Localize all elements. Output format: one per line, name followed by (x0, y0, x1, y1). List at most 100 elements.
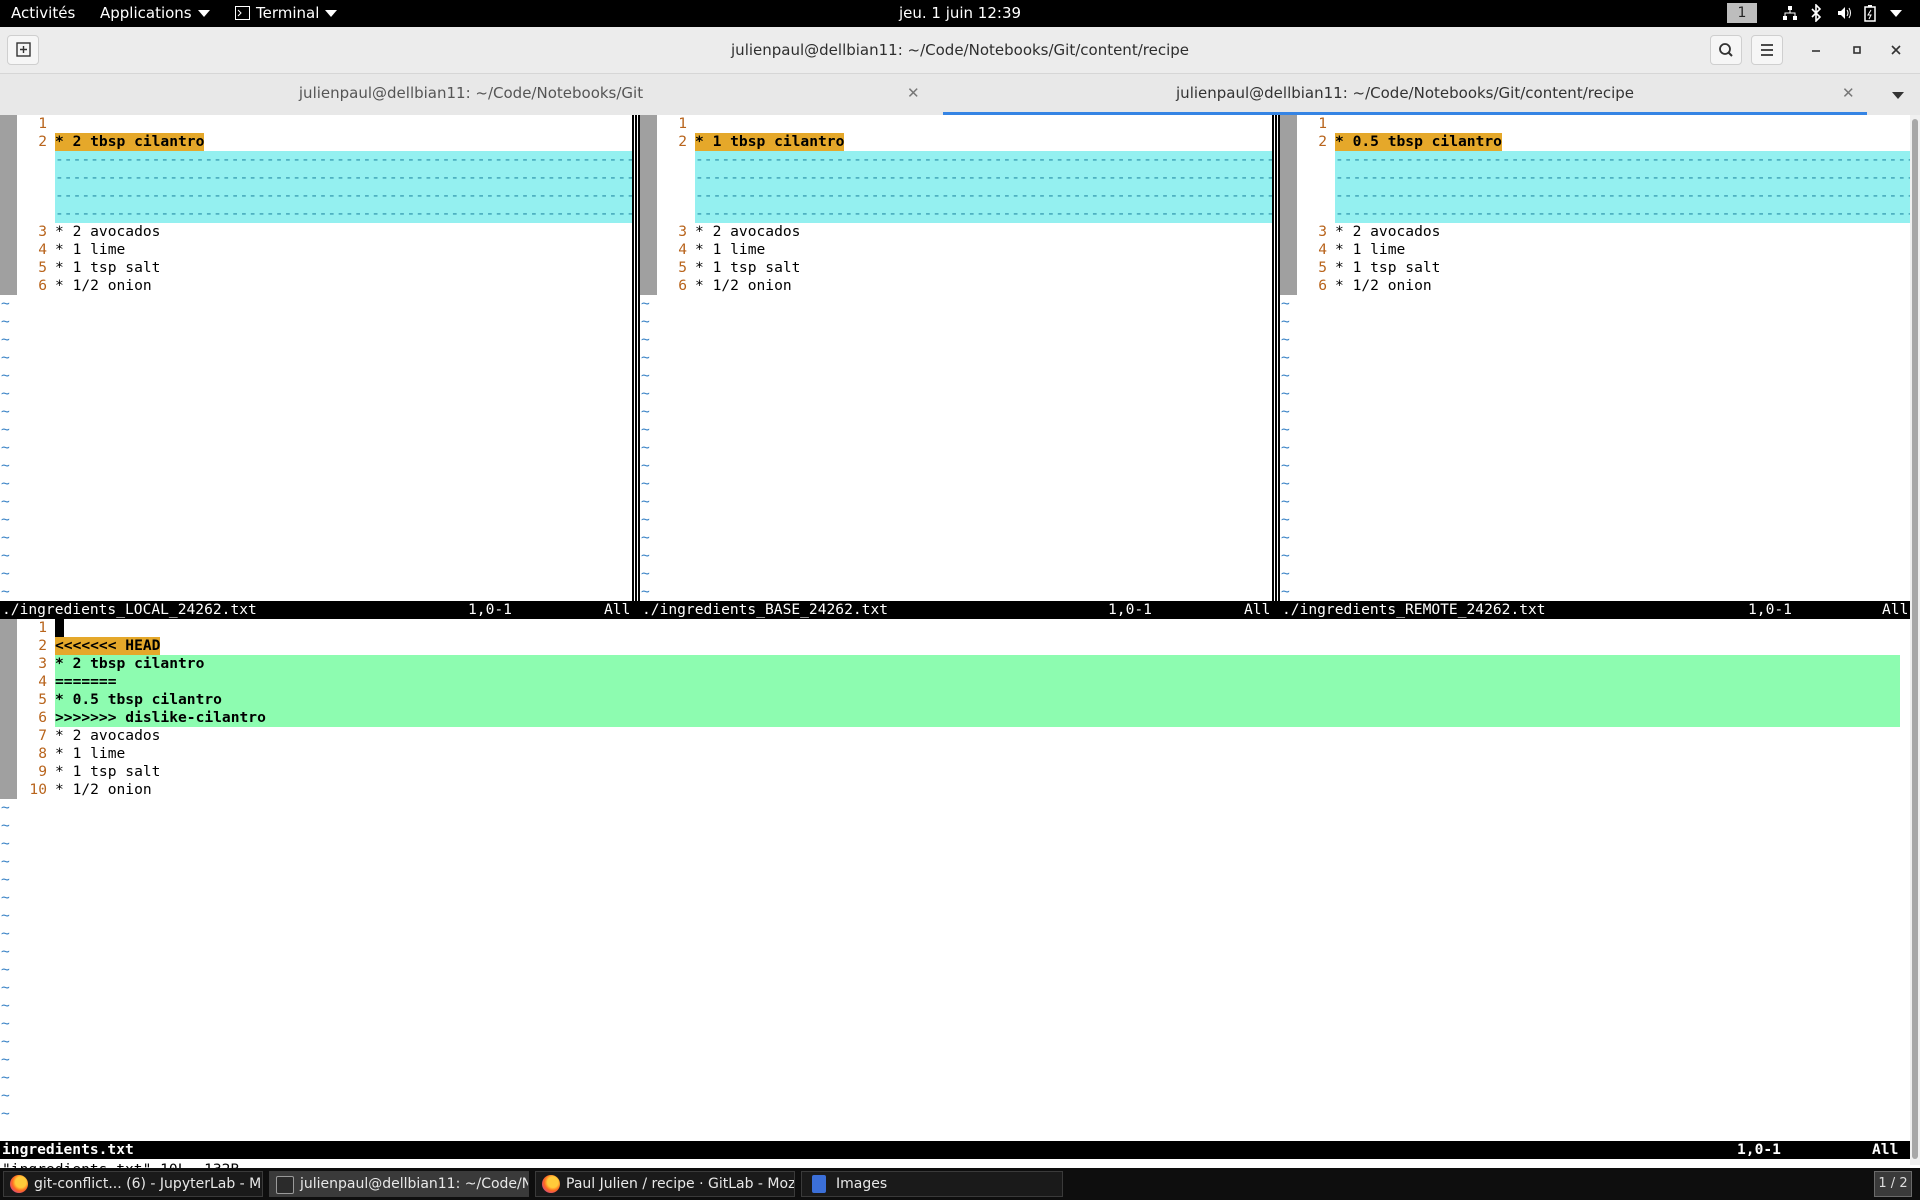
code-line: * 1 lime (55, 745, 126, 762)
status-scroll: All (1872, 1141, 1899, 1158)
empty-line-tilde: ~ (641, 457, 650, 474)
empty-line-tilde: ~ (1, 1105, 10, 1122)
empty-line-tilde: ~ (1281, 313, 1290, 330)
tab-list-chevron-down-icon[interactable] (1892, 92, 1904, 99)
volume-icon[interactable] (1836, 4, 1854, 22)
empty-line-tilde: ~ (1, 925, 10, 942)
gnome-top-bar: Activités Applications Terminal jeu. 1 j… (0, 0, 1920, 27)
code-line: * 2 avocados (1335, 223, 1441, 240)
code-line: ======= (55, 673, 117, 690)
taskbar-item-jupyterlab[interactable]: git-conflict... (6) - JupyterLab - Mo... (3, 1171, 263, 1197)
taskbar-item-label: git-conflict... (6) - JupyterLab - Mo... (34, 1176, 263, 1192)
status-file: ingredients.txt (2, 1141, 134, 1158)
hamburger-menu-button[interactable] (1751, 35, 1783, 65)
image-viewer-icon (812, 1175, 826, 1193)
code-line: * 1/2 onion (1335, 277, 1432, 294)
empty-line-tilde: ~ (1, 385, 10, 402)
code-line: >>>>>>> dislike-cilantro (55, 709, 266, 726)
code-line: * 2 tbsp cilantro (55, 655, 205, 672)
empty-line-tilde: ~ (1281, 385, 1290, 402)
maximize-button[interactable] (1841, 35, 1873, 65)
taskbar-item-images[interactable]: Images (801, 1171, 1063, 1197)
terminal-icon (276, 1176, 294, 1194)
empty-line-tilde: ~ (1, 1033, 10, 1050)
status-scroll: All (1882, 601, 1909, 618)
minimize-button[interactable] (1800, 35, 1832, 65)
line-number: 4 (38, 673, 47, 690)
line-number: 10 (29, 781, 47, 798)
window-titlebar: julienpaul@dellbian11: ~/Code/Notebooks/… (0, 27, 1920, 74)
menu-icon (1761, 44, 1773, 56)
firefox-icon (542, 1175, 560, 1193)
scrollbar-thumb[interactable] (1912, 119, 1918, 1159)
status-file: ./ingredients_BASE_24262.txt (642, 601, 889, 618)
empty-line-tilde: ~ (1281, 565, 1290, 582)
close-window-button[interactable] (1880, 35, 1912, 65)
empty-line-tilde: ~ (641, 403, 650, 420)
line-number: 2 (1318, 133, 1327, 150)
empty-line-tilde: ~ (1, 1087, 10, 1104)
code-line: * 0.5 tbsp cilantro (1335, 133, 1502, 151)
empty-line-tilde: ~ (641, 565, 650, 582)
line-number: 8 (38, 745, 47, 762)
empty-line-tilde: ~ (1, 421, 10, 438)
close-icon (1891, 45, 1901, 55)
workspace-pager[interactable]: 1 / 2 (1874, 1171, 1912, 1197)
code-line: * 1 tbsp cilantro (695, 133, 845, 151)
line-number: 2 (38, 133, 47, 150)
empty-line-tilde: ~ (1, 835, 10, 852)
code-line: * 0.5 tbsp cilantro (55, 691, 222, 708)
empty-line-tilde: ~ (1281, 511, 1290, 528)
terminal-scrollbar[interactable] (1910, 115, 1920, 1165)
empty-line-tilde: ~ (1, 475, 10, 492)
line-number: 5 (38, 259, 47, 276)
code-line: <<<<<<< HEAD (55, 637, 161, 655)
empty-line-tilde: ~ (1, 979, 10, 996)
empty-line-tilde: ~ (1, 799, 10, 816)
firefox-icon (10, 1175, 28, 1193)
network-icon[interactable] (1782, 4, 1798, 22)
empty-line-tilde: ~ (1, 493, 10, 510)
empty-line-tilde: ~ (1281, 475, 1290, 492)
empty-line-tilde: ~ (1, 349, 10, 366)
taskbar-item-label: julienpaul@dellbian11: ~/Code/N... (300, 1176, 529, 1192)
fold-column (1280, 115, 1297, 295)
battery-icon[interactable] (1864, 4, 1876, 22)
conflict-block (55, 655, 1900, 727)
diff-filler-lines: ----------------------------------------… (1335, 151, 1910, 223)
line-number: 5 (1318, 259, 1327, 276)
code-line: * 2 avocados (55, 727, 161, 744)
search-button[interactable] (1710, 35, 1742, 65)
fold-column (0, 115, 17, 295)
bluetooth-icon[interactable] (1810, 4, 1822, 22)
line-number: 3 (1318, 223, 1327, 240)
empty-line-tilde: ~ (1281, 583, 1290, 600)
terminal-viewport[interactable]: ----------------------------------------… (0, 115, 1920, 1178)
system-menu-chevron-down-icon[interactable] (1890, 10, 1902, 17)
line-number: 5 (38, 691, 47, 708)
line-number: 6 (38, 709, 47, 726)
empty-line-tilde: ~ (1281, 367, 1290, 384)
empty-line-tilde: ~ (641, 475, 650, 492)
taskbar: git-conflict... (6) - JupyterLab - Mo...… (0, 1168, 1920, 1200)
empty-line-tilde: ~ (641, 421, 650, 438)
code-line: * 1 tsp salt (55, 763, 161, 780)
tab-close-icon[interactable]: ✕ (907, 84, 920, 102)
taskbar-item-label: Paul Julien / recipe · GitLab - Mozil... (566, 1176, 795, 1192)
empty-line-tilde: ~ (1, 313, 10, 330)
workspace-indicator[interactable]: 1 (1727, 3, 1757, 23)
taskbar-item-gitlab[interactable]: Paul Julien / recipe · GitLab - Mozil... (535, 1171, 795, 1197)
line-number: 4 (678, 241, 687, 258)
line-number: 2 (38, 637, 47, 654)
empty-line-tilde: ~ (641, 349, 650, 366)
tab-close-icon[interactable]: ✕ (1842, 84, 1855, 102)
taskbar-item-terminal[interactable]: julienpaul@dellbian11: ~/Code/N... (269, 1171, 529, 1197)
empty-line-tilde: ~ (1, 907, 10, 924)
diff-filler-lines: ----------------------------------------… (695, 151, 1272, 223)
pane-status-line: ./ingredients_LOCAL_24262.txt 1,0-1 All (0, 601, 640, 619)
line-number: 3 (38, 655, 47, 672)
clock-text[interactable]: jeu. 1 juin 12:39 (899, 4, 1021, 22)
tab-git[interactable]: julienpaul@dellbian11: ~/Code/Notebooks/… (0, 74, 942, 115)
tab-recipe[interactable]: julienpaul@dellbian11: ~/Code/Notebooks/… (943, 74, 1867, 115)
code-line: * 1 lime (695, 241, 766, 258)
